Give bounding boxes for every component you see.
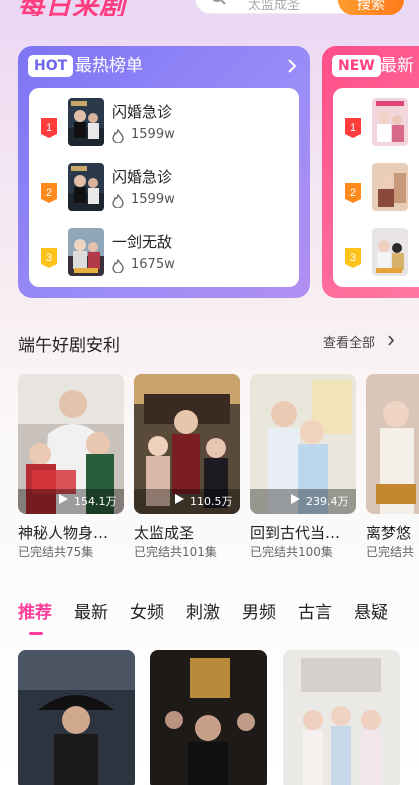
tab-female[interactable]: 女频	[130, 598, 164, 623]
search-bar[interactable]: 太监成圣 搜索	[195, 0, 405, 15]
rank-1-badge-icon: 1	[345, 118, 361, 138]
tab-latest[interactable]: 最新	[74, 598, 108, 623]
play-icon	[175, 494, 184, 504]
tab-recommended[interactable]: 推荐	[18, 598, 52, 623]
ranking-row[interactable]: 1	[333, 98, 419, 150]
hot-ranking-list: 1 闪婚急诊 1599w 2 闪婚急诊 1599w 3 一剑无敌 1675w	[29, 88, 299, 287]
rank-number: 2	[350, 187, 356, 199]
play-icon	[291, 494, 300, 504]
ranking-row[interactable]: 3 一剑无敌 1675w	[29, 228, 299, 280]
episode-status: 已完结共100集	[250, 545, 333, 559]
search-icon	[212, 0, 226, 5]
heat-count: 1599w	[131, 192, 175, 207]
tab-ancient-romance[interactable]: 古言	[298, 598, 332, 623]
rank-1-badge-icon: 1	[41, 118, 57, 138]
drama-poster[interactable]	[68, 228, 104, 276]
episode-status: 已完结共101集	[134, 545, 217, 559]
rank-number: 3	[350, 252, 356, 264]
drama-poster[interactable]	[68, 98, 104, 146]
drama-cover[interactable]: 110.5万	[134, 374, 240, 514]
drama-title: 太监成圣	[134, 524, 195, 542]
heat-count: 1599w	[131, 127, 175, 142]
new-ranking-list: 1 2 3	[333, 88, 419, 287]
drama-poster[interactable]	[18, 650, 135, 785]
ranking-row[interactable]: 2 闪婚急诊 1599w	[29, 163, 299, 215]
hot-tag: HOT	[28, 55, 74, 77]
hot-ranking-title: 最热榜单	[75, 56, 143, 76]
drama-poster[interactable]	[372, 228, 408, 276]
featured-section-title: 端午好剧安利	[18, 336, 120, 356]
new-ranking-title: 最新	[380, 56, 414, 76]
drama-poster[interactable]	[372, 98, 408, 146]
drama-title: 闪婚急诊	[112, 168, 173, 186]
rank-2-badge-icon: 2	[345, 183, 361, 203]
rank-number: 2	[46, 187, 52, 199]
flame-icon	[112, 194, 124, 208]
drama-cover[interactable]	[366, 374, 419, 514]
drama-poster[interactable]	[150, 650, 267, 785]
hot-ranking-card[interactable]: HOT 最热榜单 1 闪婚急诊 1599w 2 闪婚急诊 1599w 3 一剑无…	[18, 46, 310, 298]
episode-status: 已完结共75集	[18, 545, 94, 559]
rank-number: 3	[46, 252, 52, 264]
ranking-row[interactable]: 1 闪婚急诊 1599w	[29, 98, 299, 150]
heat-count: 1675w	[131, 257, 175, 272]
ranking-row[interactable]: 3	[333, 228, 419, 280]
drama-poster[interactable]	[68, 163, 104, 211]
tab-mystery[interactable]: 悬疑	[354, 598, 388, 623]
drama-card[interactable]: 离梦悠 已完结共	[366, 374, 419, 564]
drama-title: 离梦悠	[366, 524, 412, 542]
drama-cover[interactable]: 154.1万	[18, 374, 124, 514]
new-ranking-card[interactable]: NEW 最新 1 2 3	[322, 46, 419, 298]
play-icon	[59, 494, 68, 504]
new-tag: NEW	[332, 55, 381, 77]
drama-title: 闪婚急诊	[112, 103, 173, 121]
tab-thrill[interactable]: 刺激	[186, 598, 220, 623]
flame-icon	[112, 259, 124, 273]
view-count: 154.1万	[74, 495, 117, 508]
episode-status: 已完结共	[366, 545, 415, 559]
view-count: 239.4万	[306, 495, 349, 508]
chevron-right-icon[interactable]	[286, 59, 298, 73]
drama-title: 一剑无敌	[112, 233, 173, 251]
top-bar: 每日来剧 太监成圣 搜索	[0, 0, 419, 16]
drama-poster[interactable]	[372, 163, 408, 211]
rank-number: 1	[350, 122, 356, 134]
rank-3-badge-icon: 3	[41, 248, 57, 268]
app-logo: 每日来剧	[18, 0, 127, 16]
flame-icon	[112, 129, 124, 143]
active-tab-indicator	[29, 632, 43, 635]
ranking-row[interactable]: 2	[333, 163, 419, 215]
drama-title: 回到古代当…	[250, 524, 341, 542]
view-count: 110.5万	[190, 495, 233, 508]
drama-poster[interactable]	[283, 650, 400, 785]
drama-title: 神秘人物身…	[18, 524, 109, 542]
search-placeholder: 太监成圣	[248, 0, 301, 13]
tab-male[interactable]: 男频	[242, 598, 276, 623]
chevron-right-icon[interactable]	[387, 335, 395, 346]
view-all-link[interactable]: 查看全部	[323, 332, 375, 351]
rank-number: 1	[46, 122, 52, 134]
search-button[interactable]: 搜索	[338, 0, 404, 15]
drama-cover[interactable]: 239.4万	[250, 374, 356, 514]
rank-3-badge-icon: 3	[345, 248, 361, 268]
rank-2-badge-icon: 2	[41, 183, 57, 203]
